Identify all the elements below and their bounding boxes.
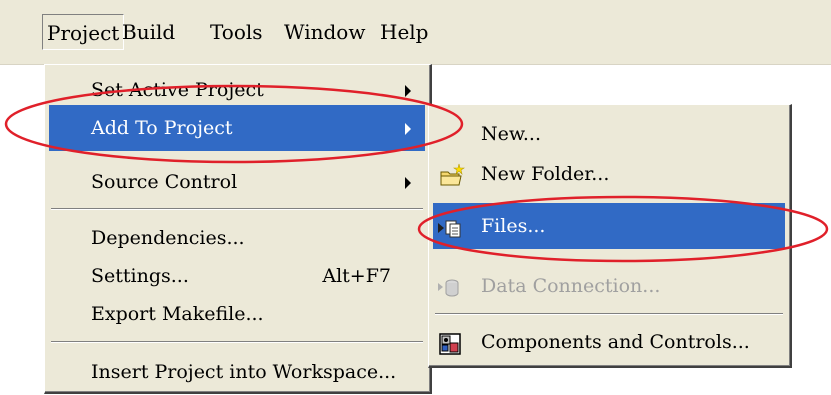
menu-bar: Project Build Tools Window Help (0, 0, 831, 65)
menu-separator (435, 313, 783, 315)
menu-help[interactable]: Help (376, 14, 432, 50)
submenu-item-components-controls[interactable]: Components and Controls... (433, 319, 785, 365)
menu-item-label: Data Connection... (481, 275, 661, 297)
menu-item-label: Insert Project into Workspace... (91, 361, 397, 383)
components-icon (437, 328, 463, 355)
project-menu: Set Active Project Add To Project Source… (44, 64, 432, 394)
menu-item-label: Add To Project (91, 117, 233, 139)
menu-item-label: New Folder... (481, 163, 610, 185)
menu-item-source-control[interactable]: Source Control (49, 159, 425, 205)
menu-item-add-to-project[interactable]: Add To Project (49, 105, 425, 151)
menu-project-label: Project (47, 21, 120, 45)
menu-window[interactable]: Window (280, 14, 369, 50)
new-folder-icon (439, 160, 465, 186)
menu-project[interactable]: Project (42, 14, 125, 50)
add-files-icon (437, 212, 463, 238)
menu-item-label: Export Makefile... (91, 303, 264, 325)
submenu-arrow-icon (405, 123, 411, 135)
menu-item-insert-project[interactable]: Insert Project into Workspace... (49, 349, 425, 395)
submenu-item-new-folder[interactable]: New Folder... (433, 151, 785, 197)
submenu-item-data-connection[interactable]: Data Connection... (433, 263, 785, 309)
menu-tools[interactable]: Tools (206, 14, 267, 50)
add-to-project-submenu: New... New Folder... Files... Data Conne… (428, 104, 792, 368)
menu-item-label: Source Control (91, 171, 238, 193)
menu-build-label: Build (122, 20, 176, 44)
menu-item-export-makefile[interactable]: Export Makefile... (49, 291, 425, 337)
submenu-arrow-icon (405, 85, 411, 97)
menu-separator (51, 341, 423, 343)
menu-item-label: Components and Controls... (481, 331, 750, 353)
menu-tools-label: Tools (210, 20, 263, 44)
menu-build[interactable]: Build (118, 14, 179, 50)
menu-item-label: Files... (481, 215, 546, 237)
menu-separator (51, 208, 423, 210)
data-connection-icon (437, 272, 463, 298)
submenu-item-files[interactable]: Files... (433, 203, 785, 249)
menu-help-label: Help (380, 20, 429, 44)
submenu-arrow-icon (405, 177, 411, 189)
menu-window-label: Window (284, 20, 366, 44)
